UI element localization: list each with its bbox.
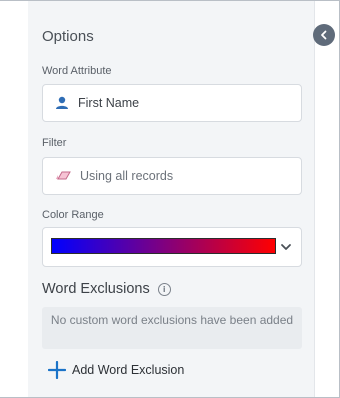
word-exclusions-title: Word Exclusions <box>42 281 150 297</box>
word-attribute-label: Word Attribute <box>42 65 112 77</box>
collapse-panel-button[interactable] <box>313 24 335 46</box>
chevron-left-icon <box>321 30 327 40</box>
color-range-select[interactable] <box>42 227 302 267</box>
filter-label: Filter <box>42 137 67 149</box>
filter-value: Using all records <box>80 169 174 183</box>
plus-icon <box>48 361 66 379</box>
person-icon <box>55 96 69 110</box>
add-word-exclusion-button[interactable]: Add Word Exclusion <box>48 361 184 379</box>
color-range-label: Color Range <box>42 209 104 221</box>
add-word-exclusion-label: Add Word Exclusion <box>72 363 185 377</box>
word-attribute-value: First Name <box>78 96 140 110</box>
color-gradient-bar <box>51 238 276 254</box>
eraser-icon <box>55 170 71 182</box>
filter-select[interactable]: Using all records <box>42 157 302 195</box>
info-icon[interactable]: i <box>157 282 171 296</box>
left-strip <box>0 1 28 397</box>
word-attribute-select[interactable]: First Name <box>42 84 302 122</box>
options-title: Options <box>42 28 94 45</box>
word-exclusions-header: Word Exclusions i <box>42 281 171 297</box>
word-exclusions-empty-message: No custom word exclusions have been adde… <box>42 307 302 349</box>
chevron-down-icon <box>281 244 291 250</box>
